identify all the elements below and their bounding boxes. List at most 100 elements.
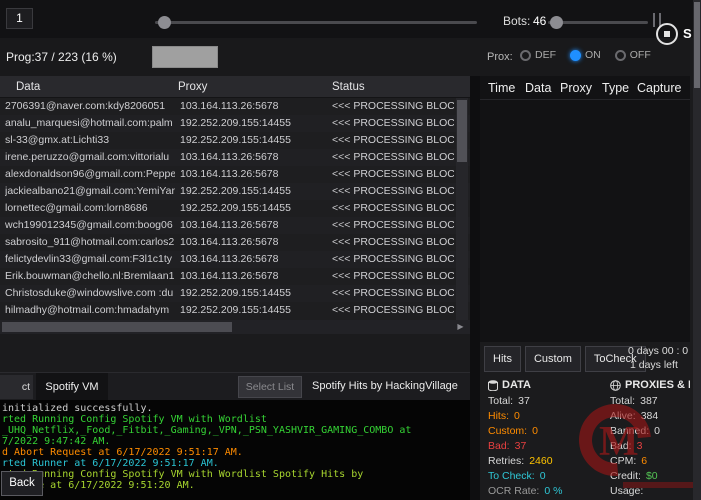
stat-row: To Check:0 xyxy=(488,469,608,484)
scrollbar-thumb[interactable] xyxy=(2,322,232,332)
stat-row: Bad:3 xyxy=(610,439,690,454)
proxies-stats-column: PROXIES & PE Total:387Alive:384Banned:0B… xyxy=(610,376,690,499)
table-row[interactable]: sl-33@gmx.at:Lichti33192.252.209.155:144… xyxy=(0,132,470,149)
table-row[interactable]: sabrosito_911@hotmail.com:carlos2103.164… xyxy=(0,234,470,251)
proxies-stats-title: PROXIES & PE xyxy=(610,376,690,394)
cell-proxy: 192.252.209.155:14455 xyxy=(180,285,328,302)
prox-option-on[interactable]: ON xyxy=(570,49,601,61)
column-header-status[interactable]: Status xyxy=(332,76,365,98)
cell-status: <<< PROCESSING BLOCK xyxy=(332,234,454,251)
table-row[interactable]: wch199012345@gmail.com:boog06103.164.113… xyxy=(0,217,470,234)
radio-icon xyxy=(615,50,626,61)
prox-option-def[interactable]: DEF xyxy=(520,49,556,61)
window-vertical-scrollbar[interactable] xyxy=(693,0,701,500)
stat-value: 2460 xyxy=(529,455,552,467)
wordlist-name-label: Spotify Hits by HackingVillage xyxy=(312,380,458,392)
tab-custom[interactable]: Custom xyxy=(525,346,581,372)
table-row[interactable]: 2706391@naver.com:kdy8206051103.164.113.… xyxy=(0,98,470,115)
scroll-right-arrow-icon[interactable]: ▶ xyxy=(453,320,468,334)
stat-row: Banned:0 xyxy=(610,424,690,439)
stat-value: 0 % xyxy=(544,485,562,497)
panel-splitter[interactable] xyxy=(470,76,480,500)
table-row[interactable]: felictydevlin33@gmail.com:F3l1c1ty103.16… xyxy=(0,251,470,268)
table-row[interactable]: analu_marquesi@hotmail.com:palm 192.252.2… xyxy=(0,115,470,132)
bots-value: 46 xyxy=(533,14,546,28)
stat-row: Alive:384 xyxy=(610,409,690,424)
stat-value: 0 xyxy=(514,410,520,422)
cell-proxy: 103.164.113.26:5678 xyxy=(180,166,328,183)
cell-status: <<< PROCESSING BLOCK xyxy=(332,98,454,115)
column-header-type[interactable]: Type xyxy=(602,76,629,100)
left-grid-header: Data Proxy Status xyxy=(0,76,470,98)
prox-radio-group: DEF ON OFF xyxy=(520,49,651,61)
stat-value: 6 xyxy=(641,455,647,467)
stat-label: Alive: xyxy=(610,410,636,422)
stat-row: Credit:$0 xyxy=(610,469,690,484)
column-header-capture[interactable]: Capture xyxy=(637,76,689,100)
table-row[interactable]: Christosduke@windowslive.com :du192.252.… xyxy=(0,285,470,302)
top-bar: 1 Bots: 46 xyxy=(0,0,701,38)
back-button[interactable]: Back xyxy=(1,471,43,496)
column-header-data[interactable]: Data xyxy=(16,76,40,98)
select-list-button[interactable]: Select List xyxy=(238,376,302,398)
data-grid: Data Proxy Status 2706391@naver.com:kdy820… xyxy=(0,76,470,334)
table-row[interactable]: alexdonaldson96@gmail.com:Peppe103.164.1… xyxy=(0,166,470,183)
results-tabs-row: HitsCustomToCheck 0 days 00 : 0 1 days l… xyxy=(480,342,690,376)
stat-label: OCR Rate: xyxy=(488,485,539,497)
left-grid-horizontal-scrollbar[interactable]: ▶ xyxy=(0,320,470,334)
table-row[interactable]: irene.peruzzo@gmail.com:vittorialu103.16… xyxy=(0,149,470,166)
table-row[interactable]: lornettec@gmail.com:lorn8686192.252.209.… xyxy=(0,200,470,217)
stat-label: Hits: xyxy=(488,410,509,422)
config-row: ct CFG Spotify VM Select List Spotify Hi… xyxy=(0,372,470,400)
log-line: _UHQ_Netflix,_Food,_Fitbit,_Gaming,_VPN,… xyxy=(2,425,470,436)
cell-data: analu_marquesi@hotmail.com:palm xyxy=(5,115,175,132)
scrollbar-thumb[interactable] xyxy=(457,100,467,162)
cell-proxy: 192.252.209.155:14455 xyxy=(180,302,328,319)
column-header-time[interactable]: Time xyxy=(488,76,515,100)
prox-option-off[interactable]: OFF xyxy=(615,49,651,61)
stat-label: Usage: xyxy=(610,485,643,497)
cell-data: sl-33@gmx.at:Lichti33 xyxy=(5,132,175,149)
radio-label: ON xyxy=(585,49,601,61)
table-row[interactable]: jackiealbano21@gmail.com:YemiYar192.252.… xyxy=(0,183,470,200)
cell-proxy: 192.252.209.155:14455 xyxy=(180,115,328,132)
cell-data: Erik.bouwman@chello.nl:Bremlaan1 xyxy=(5,268,175,285)
stat-row: Retries:2460 xyxy=(488,454,608,469)
disabled-button[interactable] xyxy=(152,46,218,68)
table-row[interactable]: Erik.bouwman@chello.nl:Bremlaan1103.164.… xyxy=(0,268,470,285)
data-stats-column: DATA Total:37Hits:0Custom:0Bad:37Retries… xyxy=(488,376,608,499)
tab-hits[interactable]: Hits xyxy=(484,346,521,372)
left-grid-vertical-scrollbar[interactable] xyxy=(456,98,468,320)
threads-input[interactable]: 1 xyxy=(6,8,33,29)
cell-status: <<< PROCESSING BLOCK xyxy=(332,183,454,200)
bots-slider[interactable] xyxy=(548,21,648,24)
runner-window: 1 Bots: 46 Prog:37 / 223 (16 %) Prox: DE… xyxy=(0,0,701,500)
table-row[interactable]: hilmadhy@hotmail.com:hmadahym192.252.209… xyxy=(0,302,470,319)
stat-value: 37 xyxy=(518,395,530,407)
stop-button-label: S xyxy=(683,26,692,41)
select-cfg-button[interactable]: ct CFG xyxy=(0,375,33,399)
slider-tick xyxy=(653,13,655,27)
database-icon xyxy=(488,380,498,391)
scrollbar-thumb[interactable] xyxy=(694,2,700,88)
column-header-data[interactable]: Data xyxy=(525,76,551,100)
cell-status: <<< PROCESSING BLOCK xyxy=(332,149,454,166)
bots-slider-thumb[interactable] xyxy=(550,16,563,29)
stop-button[interactable] xyxy=(656,23,678,45)
stat-row: OCR Rate: 0 % xyxy=(488,484,608,499)
cell-data: irene.peruzzo@gmail.com:vittorialu xyxy=(5,149,175,166)
column-header-proxy[interactable]: Proxy xyxy=(178,76,207,98)
cell-status: <<< PROCESSING BLOCK xyxy=(332,285,454,302)
radio-label: DEF xyxy=(535,49,556,61)
config-tab-spotify-vm[interactable]: Spotify VM xyxy=(36,373,108,401)
column-header-proxy[interactable]: Proxy xyxy=(560,76,592,100)
main-slider-thumb[interactable] xyxy=(158,16,171,29)
radio-icon xyxy=(570,50,581,61)
log-line: Village at 6/17/2022 9:51:20 AM. xyxy=(2,480,470,491)
main-slider[interactable] xyxy=(155,21,477,24)
cell-status: <<< PROCESSING BLOCK xyxy=(332,200,454,217)
proxies-stats-rows: Total:387Alive:384Banned:0Bad:3CPM:6Cred… xyxy=(610,394,690,499)
cell-data: sabrosito_911@hotmail.com:carlos2 xyxy=(5,234,175,251)
log-line: d Abort Request at 6/17/2022 9:51:17 AM. xyxy=(2,447,470,458)
stat-row: Total:387 xyxy=(610,394,690,409)
